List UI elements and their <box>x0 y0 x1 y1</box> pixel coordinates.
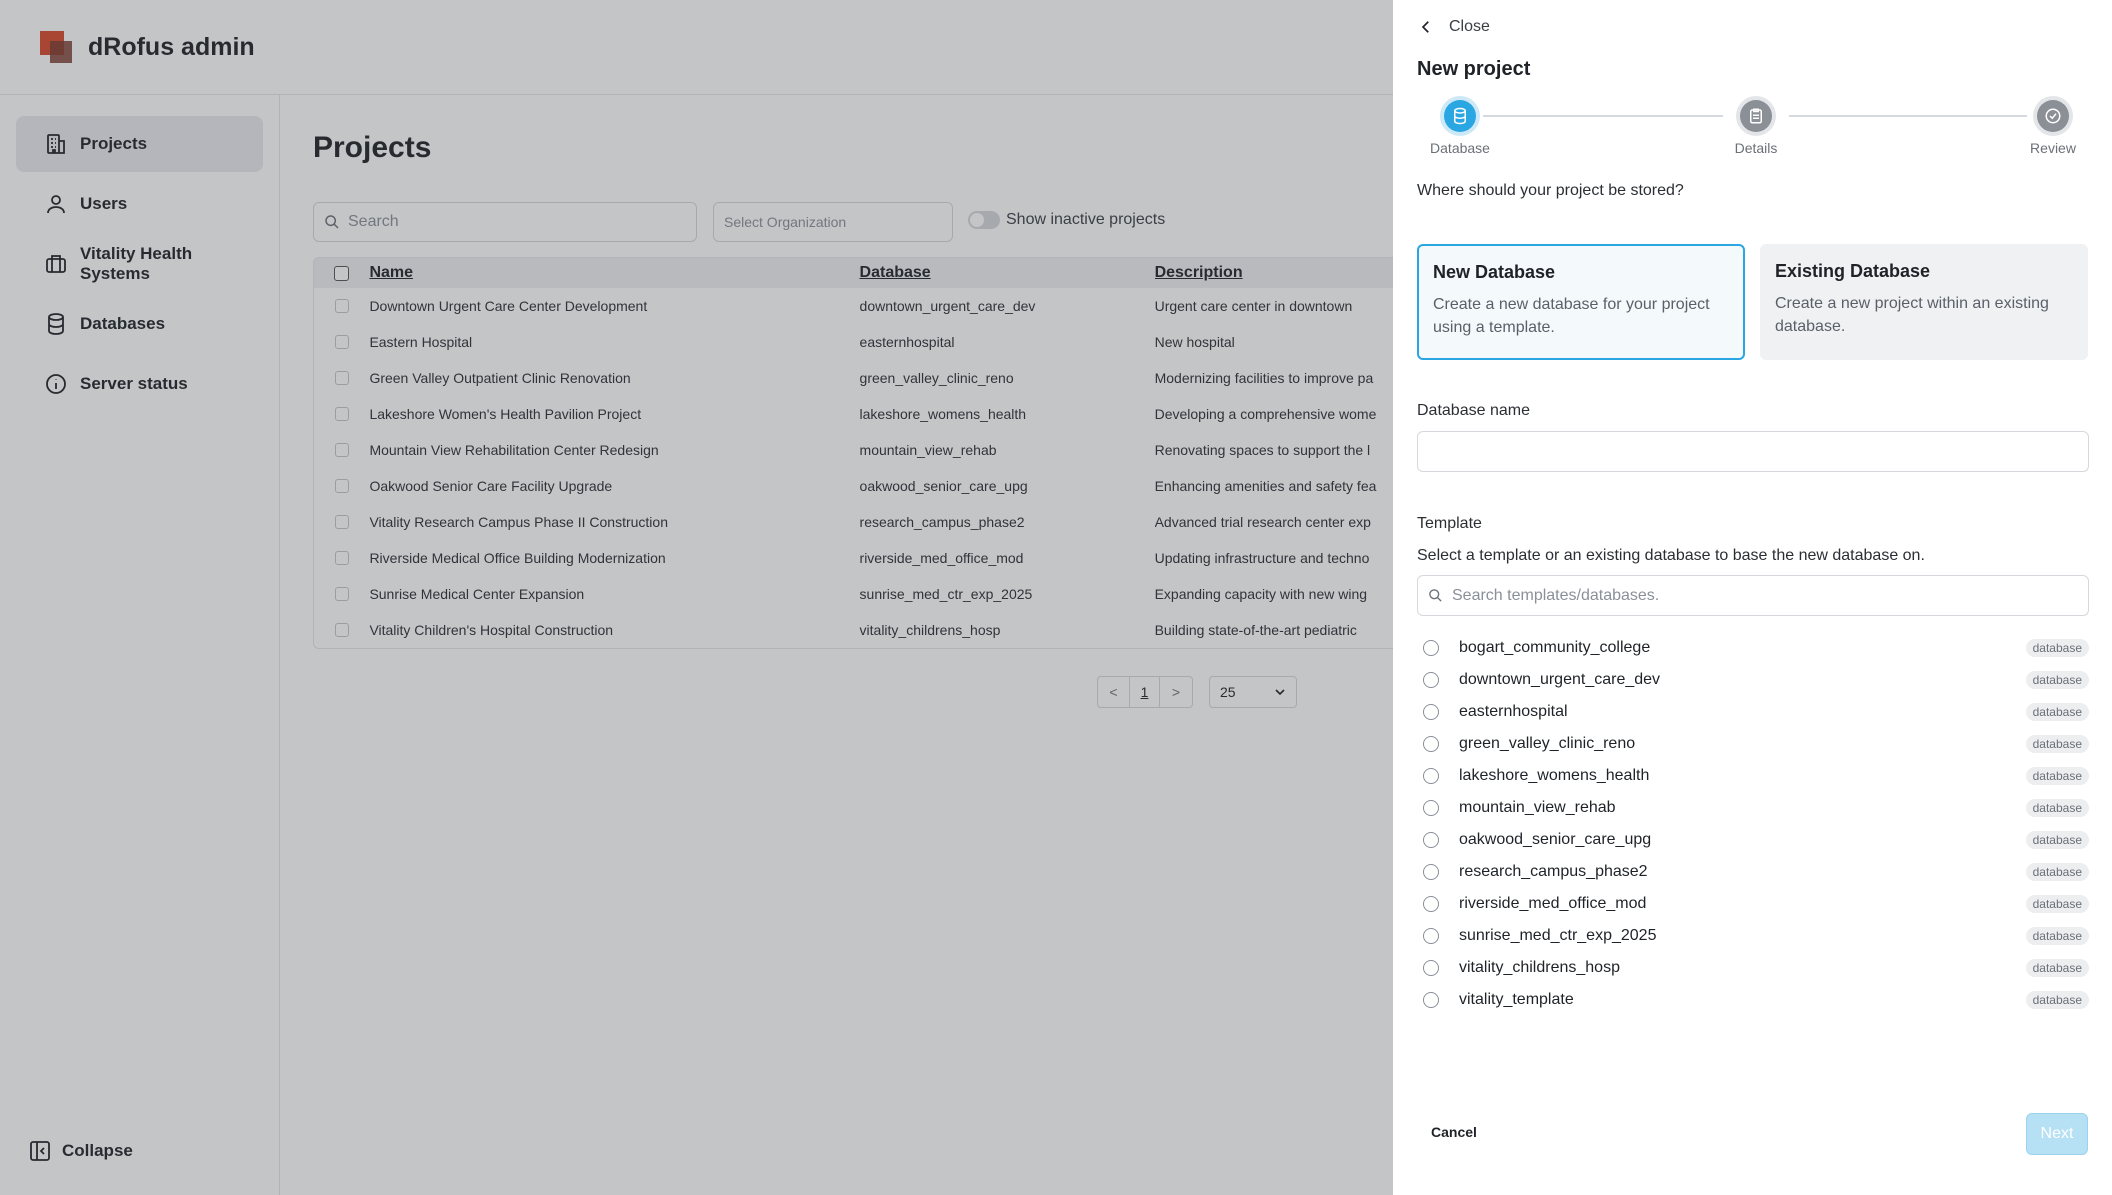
template-help-text: Select a template or an existing databas… <box>1417 547 1925 564</box>
template-radio[interactable] <box>1423 800 1439 816</box>
template-type-badge: database <box>2025 735 2089 753</box>
step-connector <box>1483 115 1723 117</box>
step-indicator-active <box>1444 100 1476 132</box>
template-radio[interactable] <box>1423 928 1439 944</box>
template-name: vitality_template <box>1459 991 1574 1008</box>
template-option[interactable]: vitality_template database <box>1417 984 2089 1016</box>
template-type-badge: database <box>2025 959 2089 977</box>
step-label: Details <box>1734 140 1778 156</box>
template-search-placeholder: Search templates/databases. <box>1452 586 1660 604</box>
template-option[interactable]: mountain_view_rehab database <box>1417 792 2089 824</box>
step-database: Database <box>1410 96 1510 156</box>
template-label: Template <box>1417 515 1482 532</box>
template-radio[interactable] <box>1423 704 1439 720</box>
template-option[interactable]: downtown_urgent_care_dev database <box>1417 664 2089 696</box>
template-option[interactable]: green_valley_clinic_reno database <box>1417 728 2089 760</box>
close-label: Close <box>1449 18 1490 35</box>
database-icon <box>1454 107 1466 125</box>
check-circle-icon <box>2045 108 2061 124</box>
template-search-input[interactable]: Search templates/databases. <box>1417 575 2089 616</box>
existing-database-option[interactable]: Existing Database Create a new project w… <box>1760 244 2088 360</box>
chevron-left-icon <box>1421 21 1429 33</box>
step-indicator <box>2037 100 2069 132</box>
template-name: lakeshore_womens_health <box>1459 767 1650 784</box>
step-connector <box>1789 115 2027 117</box>
template-radio[interactable] <box>1423 960 1439 976</box>
template-name: riverside_med_office_mod <box>1459 895 1647 912</box>
option-description: Create a new database for your project u… <box>1433 296 1710 336</box>
option-title: New Database <box>1433 262 1556 282</box>
template-radio[interactable] <box>1423 896 1439 912</box>
template-type-badge: database <box>2025 831 2089 849</box>
template-option[interactable]: research_campus_phase2 database <box>1417 856 2089 888</box>
template-option[interactable]: easternhospital database <box>1417 696 2089 728</box>
template-type-badge: database <box>2025 927 2089 945</box>
panel-title: New project <box>1417 58 1531 80</box>
template-option[interactable]: lakeshore_womens_health database <box>1417 760 2089 792</box>
template-radio[interactable] <box>1423 992 1439 1008</box>
template-type-badge: database <box>2025 767 2089 785</box>
option-description: Create a new project within an existing … <box>1775 295 2049 335</box>
template-name: downtown_urgent_care_dev <box>1459 671 1661 688</box>
storage-question: Where should your project be stored? <box>1417 182 1684 199</box>
template-option[interactable]: oakwood_senior_care_upg database <box>1417 824 2089 856</box>
next-button[interactable]: Next <box>2026 1113 2088 1155</box>
step-label: Database <box>1430 140 1490 156</box>
new-project-panel: Close New project Database Details Revie… <box>1393 0 2112 1195</box>
template-option[interactable]: riverside_med_office_mod database <box>1417 888 2089 920</box>
template-type-badge: database <box>2025 671 2089 689</box>
template-list: bogart_community_college database downtown… <box>1417 632 2089 1016</box>
template-type-badge: database <box>2025 703 2089 721</box>
stepper: Database Details Review <box>1417 96 2089 162</box>
template-radio[interactable] <box>1423 768 1439 784</box>
template-radio[interactable] <box>1423 640 1439 656</box>
database-name-input[interactable] <box>1417 431 2089 472</box>
step-label: Review <box>2030 140 2076 156</box>
template-radio[interactable] <box>1423 736 1439 752</box>
template-option[interactable]: bogart_community_college database <box>1417 632 2089 664</box>
template-radio[interactable] <box>1423 832 1439 848</box>
template-type-badge: database <box>2025 991 2089 1009</box>
template-name: sunrise_med_ctr_exp_2025 <box>1459 927 1657 944</box>
option-title: Existing Database <box>1775 261 1931 281</box>
template-name: vitality_childrens_hosp <box>1459 959 1620 976</box>
template-name: green_valley_clinic_reno <box>1459 735 1636 752</box>
step-details: Details <box>1706 96 1806 156</box>
template-name: oakwood_senior_care_upg <box>1459 831 1652 848</box>
new-database-option[interactable]: New Database Create a new database for y… <box>1417 244 1745 360</box>
step-indicator <box>1740 100 1772 132</box>
step-review: Review <box>2003 96 2103 156</box>
clipboard-icon <box>1750 108 1762 124</box>
template-name: bogart_community_college <box>1459 639 1651 656</box>
template-type-badge: database <box>2025 639 2089 657</box>
close-button[interactable]: Close <box>1417 18 1490 36</box>
template-type-badge: database <box>2025 895 2089 913</box>
template-name: easternhospital <box>1459 703 1568 720</box>
template-option[interactable]: vitality_childrens_hosp database <box>1417 952 2089 984</box>
template-type-badge: database <box>2025 799 2089 817</box>
cancel-button[interactable]: Cancel <box>1431 1124 1477 1140</box>
template-type-badge: database <box>2025 863 2089 881</box>
template-radio[interactable] <box>1423 864 1439 880</box>
modal-overlay[interactable] <box>0 0 1393 1195</box>
search-icon <box>1429 589 1442 602</box>
template-name: mountain_view_rehab <box>1459 799 1616 816</box>
template-option[interactable]: sunrise_med_ctr_exp_2025 database <box>1417 920 2089 952</box>
database-name-label: Database name <box>1417 402 1530 419</box>
template-radio[interactable] <box>1423 672 1439 688</box>
template-name: research_campus_phase2 <box>1459 863 1648 880</box>
